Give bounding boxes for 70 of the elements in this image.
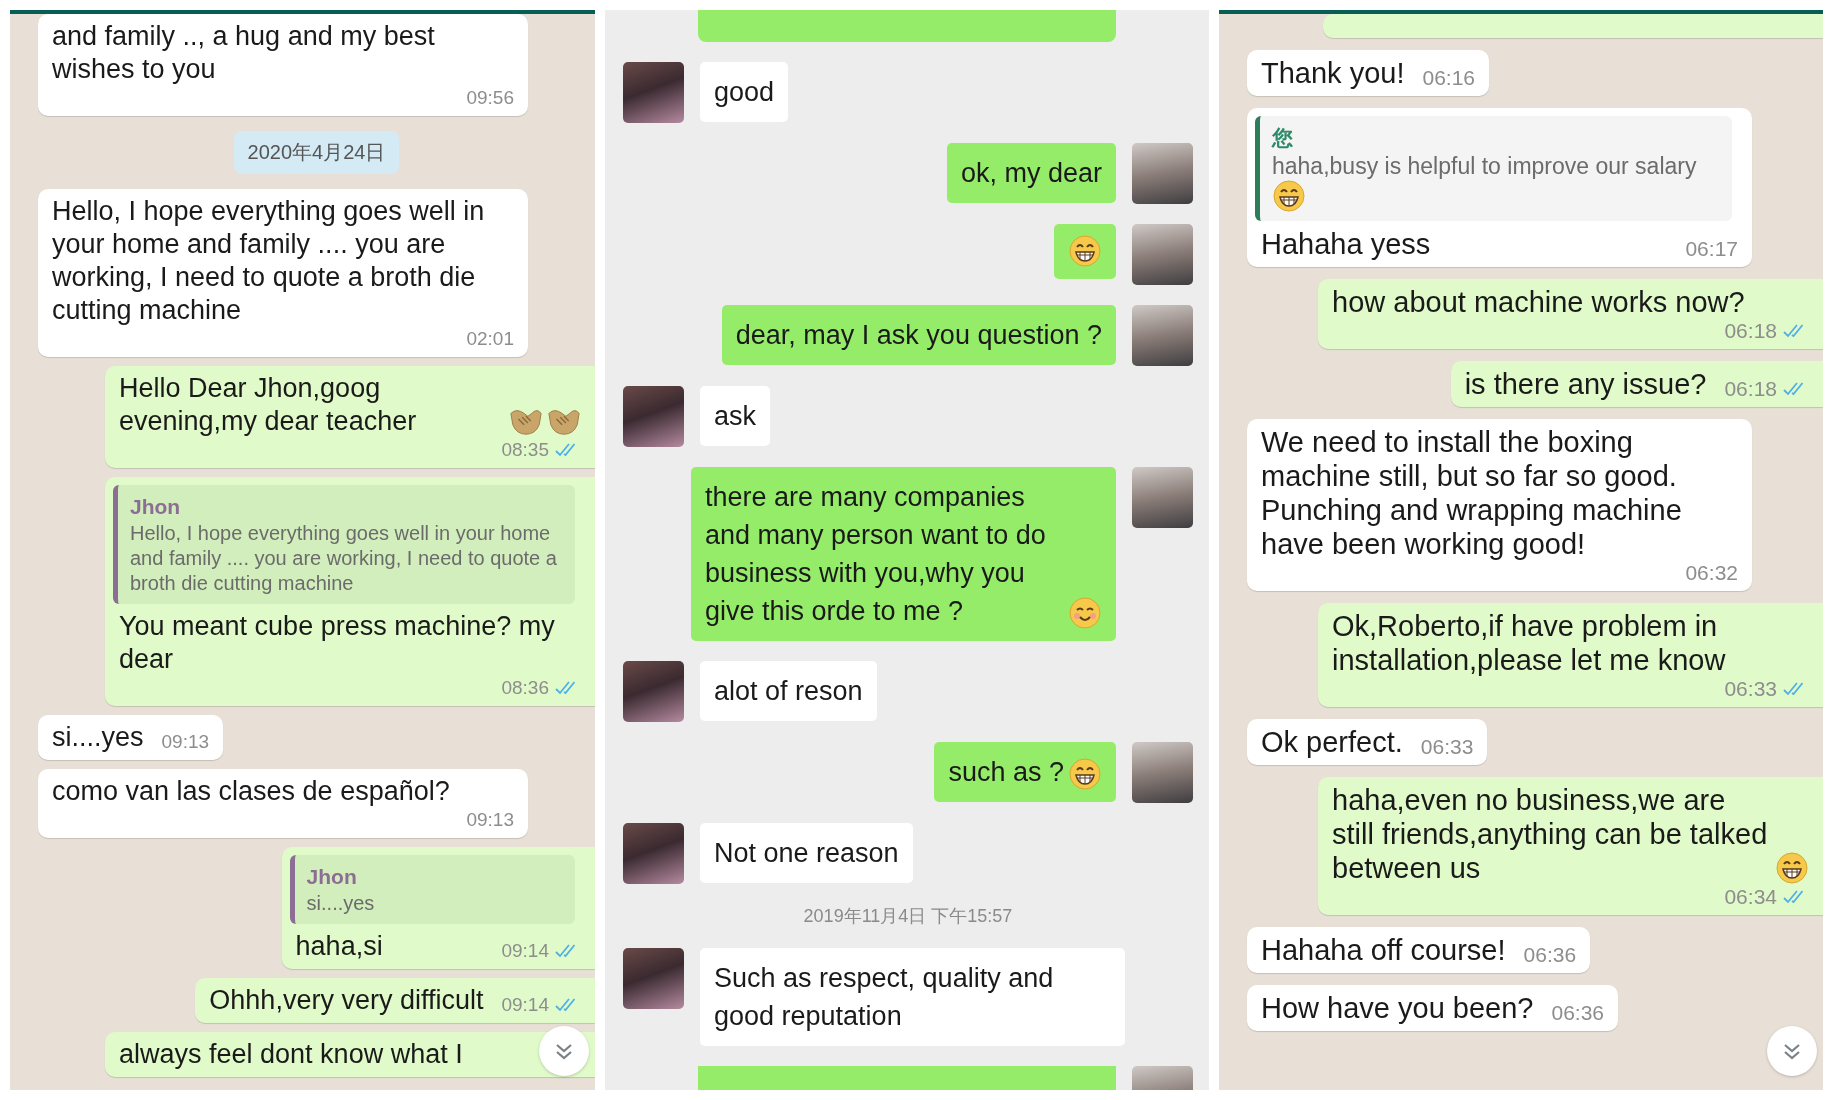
message-text: ok, my dear (960, 157, 1102, 190)
message-text: haha,si (295, 930, 383, 963)
message-text: How have you been? (1261, 991, 1534, 1025)
message-text: Thank you! (1261, 56, 1405, 90)
quote-text: haha,busy is helpful to improve our salary (1272, 152, 1698, 180)
quote-author: Jhon (130, 494, 181, 520)
message-text: how about machine works now? (1332, 285, 1745, 319)
message-text: You meant cube press machine? my dear (119, 610, 556, 676)
avatar-photo-placeholder (1132, 143, 1193, 204)
message-text: Not one reason (714, 837, 899, 870)
message-text: Hello Dear Jhon,goog evening,my dear teacher (119, 372, 418, 438)
grinning-face-icon (1272, 180, 1306, 212)
message-time: 06:34 (1724, 885, 1777, 909)
message-text: Hahaha off course! (1261, 933, 1506, 967)
quote-text: si....yes (306, 891, 376, 916)
message-text: We need to install the boxing machine still, but so far so good. Punching and wrapping machine have been working good! (1261, 425, 1683, 561)
message-text: there are many companies and many person want to do business with you,why you give this orde to me ? (705, 481, 1047, 628)
quote-author: 您 (1272, 125, 1293, 151)
quote-author: Jhon (306, 864, 357, 890)
message-time: 08:35 (501, 438, 549, 462)
avatar-photo-placeholder (623, 948, 684, 1009)
message-time: 06:32 (1685, 561, 1738, 585)
message-text: haha,even no business,we are still friends,anything can be talked between us (1332, 783, 1769, 885)
message-time: 06:18 (1724, 319, 1777, 343)
message-time: 06:36 (1523, 943, 1577, 967)
avatar-photo-placeholder (1132, 224, 1193, 285)
message-time: 02:01 (466, 327, 514, 351)
quote-text: Hello, I hope everything goes well in your home and family .... you are working, I need to quote a broth die cutting machine (130, 521, 558, 596)
message-text: such as ? (948, 756, 1064, 789)
avatar-photo-placeholder (623, 62, 684, 123)
message-text: Hahaha yess (1261, 227, 1431, 261)
avatar-photo-placeholder (1132, 742, 1193, 803)
timestamp-label: 2019年11月4日 下午15:57 (803, 905, 1013, 928)
message-time: 06:33 (1420, 735, 1474, 759)
message-time: 06:17 (1685, 237, 1738, 261)
message-text: Ohhh,very very difficult (209, 984, 484, 1017)
date-chip: 2020年4月24日 (233, 131, 400, 174)
avatar-photo-placeholder (623, 661, 684, 722)
message-text: good (714, 76, 775, 109)
message-text: alot of reson (714, 675, 863, 708)
smiling-face-icon (1068, 597, 1102, 629)
message-text: Hello, I hope everything goes well in your home and family .... you are working, I need to quote a broth die cutting machine (52, 195, 486, 327)
message-time: 09:14 (501, 939, 549, 963)
message-text: Ok,Roberto,if have problem in installation,please let me know (1332, 609, 1727, 677)
avatar-photo-placeholder (1132, 305, 1193, 366)
message-time: 08:36 (501, 676, 549, 700)
message-text: como van las clases de español? (52, 775, 450, 808)
message-time: 09:14 (501, 993, 549, 1017)
grinning-face-icon (1068, 758, 1102, 790)
message-time: 06:16 (1422, 66, 1476, 90)
grinning-face-icon (1775, 852, 1809, 884)
message-time: 09:13 (161, 730, 210, 754)
grinning-face-icon (1068, 235, 1102, 267)
message-time: 06:33 (1724, 677, 1777, 701)
message-time: 09:56 (466, 86, 514, 110)
message-text: Such as respect, quality and good reputation (714, 962, 1055, 1033)
message-time: 06:36 (1551, 1001, 1605, 1025)
avatar-photo-placeholder (623, 386, 684, 447)
message-time: 06:18 (1724, 377, 1777, 401)
message-time: 09:13 (466, 808, 514, 832)
message-text: si....yes (52, 721, 144, 754)
avatar-photo-placeholder (623, 823, 684, 884)
message-text: ask (714, 400, 757, 433)
message-text: Ok perfect. (1261, 725, 1403, 759)
message-text: always feel dont know what I (119, 1038, 463, 1071)
message-text: dear, may I ask you question ? (735, 319, 1102, 352)
scroll-down-button[interactable] (1767, 1026, 1817, 1076)
avatar-photo-placeholder (1132, 467, 1193, 528)
message-text: is there any issue? (1464, 367, 1707, 401)
message-text: and family .., a hug and my best wishes to you (52, 20, 436, 86)
